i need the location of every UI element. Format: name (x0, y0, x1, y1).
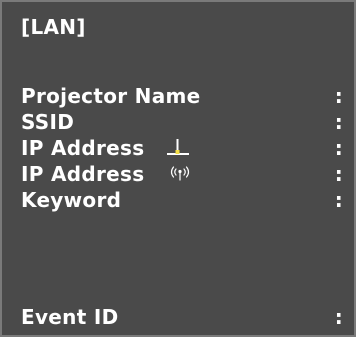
row-ssid: SSID : (21, 110, 343, 134)
row-projector-name: Projector Name : (21, 84, 343, 108)
ip-address-label: IP Address (21, 136, 145, 160)
keyword-label: Keyword (21, 188, 122, 212)
wireless-lan-icon (167, 162, 193, 186)
event-id-label: Event ID (21, 305, 119, 329)
row-ip-address-wireless: IP Address : (21, 162, 343, 186)
row-keyword: Keyword : (21, 188, 343, 212)
row-ip-address-wired: IP Address : (21, 136, 343, 160)
panel-title: [LAN] (21, 15, 86, 39)
separator: : (334, 110, 343, 134)
ip-address-label: IP Address (21, 162, 145, 186)
row-event-id: Event ID : (21, 305, 343, 329)
ssid-label: SSID (21, 110, 75, 134)
separator: : (334, 84, 343, 108)
info-panel-frame: [LAN] Projector Name : SSID : IP Address… (0, 0, 356, 337)
wired-lan-icon (165, 136, 191, 160)
separator: : (334, 305, 343, 329)
separator: : (334, 162, 343, 186)
lan-info-screen: [LAN] Projector Name : SSID : IP Address… (7, 7, 353, 334)
separator: : (334, 136, 343, 160)
projector-name-label: Projector Name (21, 84, 201, 108)
separator: : (334, 188, 343, 212)
